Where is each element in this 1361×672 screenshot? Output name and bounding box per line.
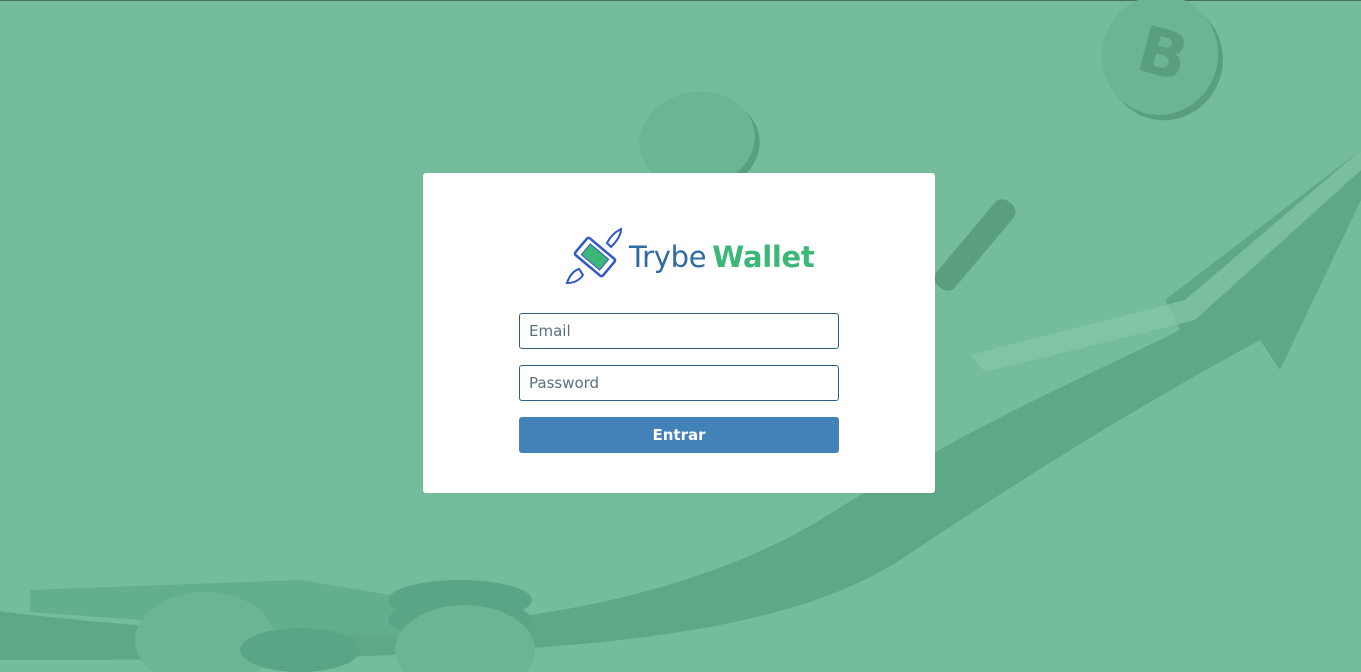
logo-text-trybe: Trybe	[629, 239, 707, 274]
login-button[interactable]: Entrar	[519, 417, 839, 453]
trybe-wallet-logo: Trybe Wallet	[565, 227, 815, 287]
flying-money-icon	[565, 227, 623, 285]
login-card: TrybeWallet Entrar	[423, 173, 935, 493]
logo-text-wallet: Wallet	[712, 239, 815, 274]
bitcoin-coin-icon: B	[1101, 0, 1223, 121]
password-input[interactable]	[519, 365, 839, 401]
email-input[interactable]	[519, 313, 839, 349]
logo-text: Trybe Wallet	[629, 239, 815, 274]
